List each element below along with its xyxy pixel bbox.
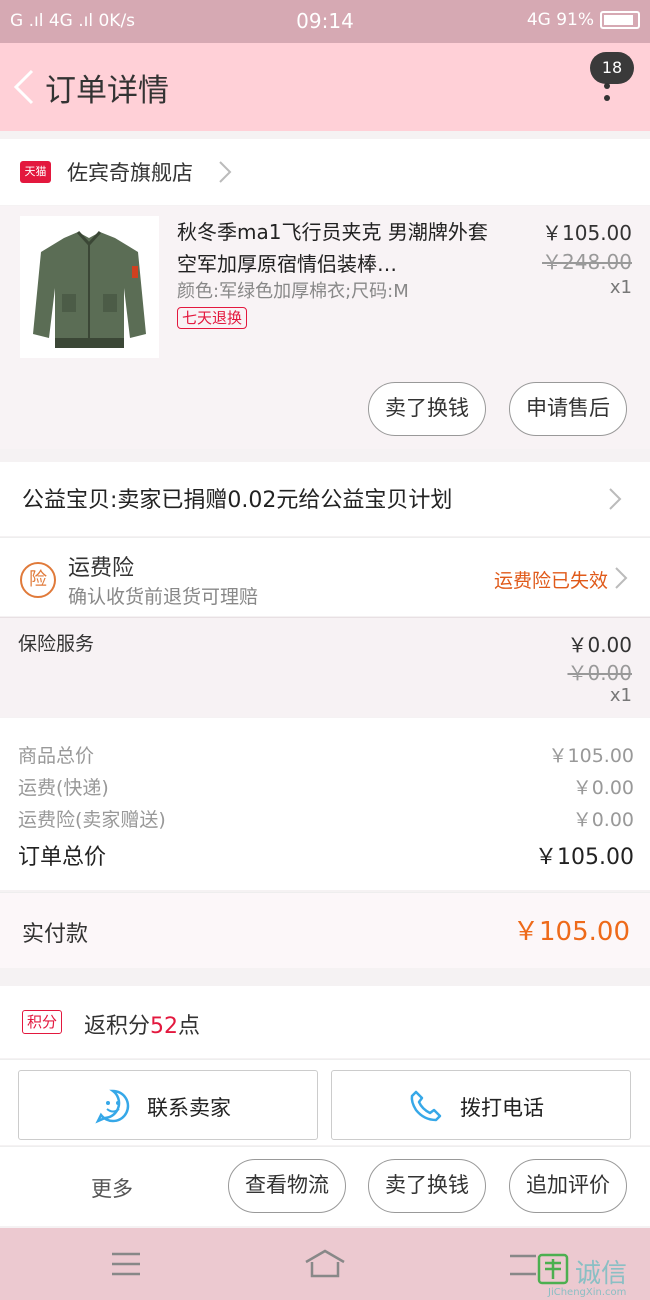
insurance-service-row: 保险服务 ￥0.00 ￥0.00 x1	[0, 617, 650, 717]
freight-insurance-fee-value: ￥0.00	[572, 809, 634, 831]
more-menu-icon[interactable]	[604, 83, 610, 143]
freight-insurance-status: 运费险已失效	[493, 570, 608, 592]
bottom-action-bar: 更多 查看物流 卖了换钱 追加评价	[0, 1146, 650, 1226]
insurance-icon: 险	[20, 562, 56, 598]
points-row: 积分 返积分52点	[0, 986, 650, 1058]
product-original-price: ￥248.00	[542, 250, 632, 274]
seven-day-return-badge: 七天退换	[177, 307, 248, 329]
charity-row[interactable]: 公益宝贝:卖家已捐赠0.02元给公益宝贝计划	[0, 462, 650, 536]
points-badge: 积分	[22, 1010, 63, 1034]
product-card[interactable]: 秋冬季ma1飞行员夹克 男潮牌外套空军加厚原宿情侣装棒… 颜色:军绿色加厚棉衣;…	[0, 206, 650, 449]
chevron-right-icon	[219, 161, 232, 183]
product-title[interactable]: 秋冬季ma1飞行员夹克 男潮牌外套空军加厚原宿情侣装棒…	[177, 216, 497, 280]
sell-for-cash-button-bottom[interactable]: 卖了换钱	[368, 1159, 486, 1213]
shop-row[interactable]: 天猫 佐宾奇旗舰店	[0, 139, 650, 205]
back-arrow-icon[interactable]	[10, 67, 40, 107]
menu-icon[interactable]	[110, 1250, 142, 1278]
order-total-label: 订单总价	[18, 845, 107, 870]
status-right: 4G 91%	[527, 10, 640, 30]
watermark-text: 诚信	[575, 1259, 628, 1289]
order-totals: 商品总价 ￥105.00 运费(快递) ￥0.00 运费险(卖家赠送) ￥0.0…	[0, 718, 650, 890]
freight-insurance-fee-label: 运费险(卖家赠送)	[18, 809, 166, 831]
status-network-battery: 4G 91%	[526, 10, 594, 30]
apply-aftersale-button[interactable]: 申请售后	[509, 382, 627, 436]
points-text: 返积分52点	[84, 1008, 200, 1040]
product-quantity: x1	[609, 277, 632, 298]
insurance-service-original-price: ￥0.00	[567, 661, 632, 685]
insurance-service-label: 保险服务	[18, 633, 95, 655]
insurance-service-quantity: x1	[609, 685, 632, 706]
battery-icon	[600, 11, 640, 29]
goods-total-label: 商品总价	[18, 745, 95, 767]
product-image[interactable]	[20, 216, 159, 358]
tmall-icon: 天猫	[20, 161, 51, 183]
jacket-image	[20, 216, 159, 358]
contact-seller-button[interactable]: 联系卖家	[18, 1070, 318, 1140]
chat-icon	[95, 1089, 130, 1124]
shipping-value: ￥0.00	[572, 777, 634, 799]
watermark-url: JiChengXin.com	[548, 1287, 627, 1298]
shipping-label: 运费(快递)	[18, 777, 109, 799]
back-nav-icon[interactable]	[508, 1250, 538, 1278]
freight-insurance-subtitle: 确认收货前退货可理赔	[68, 586, 259, 608]
freight-insurance-title: 运费险	[68, 556, 135, 581]
actual-payment-label: 实付款	[22, 922, 89, 947]
product-price: ￥105.00	[542, 221, 632, 245]
charity-text: 公益宝贝:卖家已捐赠0.02元给公益宝贝计划	[22, 488, 453, 513]
home-icon[interactable]	[303, 1248, 347, 1280]
points-prefix: 返积分	[84, 1014, 151, 1039]
points-number: 52	[150, 1014, 179, 1039]
view-logistics-button[interactable]: 查看物流	[228, 1159, 346, 1213]
contact-area: 联系卖家 拨打电话	[0, 1059, 650, 1145]
order-total-value: ￥105.00	[535, 845, 634, 870]
call-phone-button[interactable]: 拨打电话	[331, 1070, 631, 1140]
sell-for-cash-button[interactable]: 卖了换钱	[368, 382, 486, 436]
page-title: 订单详情	[45, 73, 169, 109]
actual-payment-row: 实付款 ￥105.00	[0, 892, 650, 968]
watermark-logo-icon	[537, 1253, 569, 1285]
goods-total-value: ￥105.00	[548, 745, 634, 767]
shop-name: 佐宾奇旗舰店	[67, 161, 193, 185]
chevron-right-icon	[615, 567, 628, 589]
header: 订单详情 18	[0, 43, 650, 131]
actual-payment-value: ￥105.00	[513, 917, 630, 947]
product-spec: 颜色:军绿色加厚棉衣;尺码:M	[177, 281, 409, 302]
call-phone-label: 拨打电话	[460, 1096, 544, 1120]
more-actions-link[interactable]: 更多	[91, 1173, 133, 1203]
status-bar: G .ıl 4G .ıl 0K/s 09:14 4G 91%	[0, 0, 650, 43]
freight-insurance-row[interactable]: 险 运费险 确认收货前退货可理赔 运费险已失效	[0, 537, 650, 616]
message-count-badge: 18	[590, 52, 634, 84]
add-review-button[interactable]: 追加评价	[509, 1159, 627, 1213]
phone-icon	[410, 1090, 442, 1122]
contact-seller-label: 联系卖家	[147, 1096, 231, 1120]
points-suffix: 点	[178, 1014, 201, 1039]
chevron-right-icon	[609, 488, 622, 510]
insurance-service-price: ￥0.00	[567, 633, 632, 657]
